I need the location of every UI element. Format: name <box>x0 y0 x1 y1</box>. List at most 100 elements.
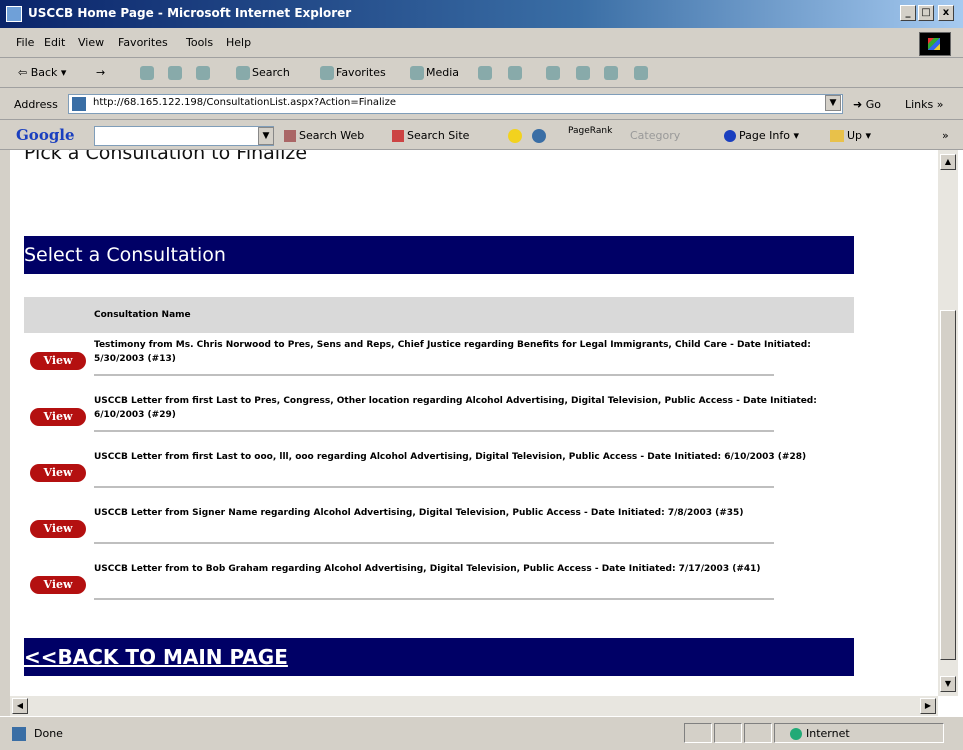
scroll-down-arrow-icon[interactable]: ▼ <box>940 676 956 692</box>
table-row: View USCCB Letter from to Bob Graham reg… <box>24 562 854 618</box>
media-label: Media <box>426 66 460 79</box>
section-header: Select a Consultation <box>24 236 854 274</box>
google-search-input[interactable] <box>94 126 274 146</box>
back-button[interactable]: ⇦ Back ▾ <box>18 66 66 79</box>
pagerank-icon[interactable] <box>532 129 546 143</box>
mail-button[interactable] <box>508 66 524 80</box>
section-header-label: Select a Consultation <box>24 244 226 266</box>
favorites-button[interactable]: Favorites <box>320 66 386 80</box>
edit-button[interactable] <box>576 66 592 80</box>
consultation-name: USCCB Letter from first Last to Pres, Co… <box>94 396 817 420</box>
favorites-icon <box>320 66 334 80</box>
search-button[interactable]: Search <box>236 66 290 80</box>
menu-help[interactable]: Help <box>226 36 251 49</box>
status-bar: Done Internet <box>0 716 963 750</box>
address-input[interactable]: http://68.165.122.198/ConsultationList.a… <box>68 94 843 114</box>
page-icon <box>72 97 86 111</box>
scroll-up-arrow-icon[interactable]: ▲ <box>940 154 956 170</box>
back-to-main-link[interactable]: <<BACK TO MAIN PAGE <box>24 645 288 669</box>
standard-toolbar: ⇦ Back ▾ → Search Favorites Media <box>0 58 963 88</box>
view-button[interactable]: View <box>30 352 86 370</box>
status-text: Done <box>34 727 63 740</box>
globe-icon <box>790 728 802 740</box>
home-icon <box>196 66 210 80</box>
consultation-name: USCCB Letter from to Bob Graham regardin… <box>94 564 761 574</box>
go-button[interactable]: ➜ Go <box>853 98 881 111</box>
table-row: View USCCB Letter from Signer Name regar… <box>24 506 854 562</box>
table-row: View USCCB Letter from first Last to ooo… <box>24 450 854 506</box>
table-header: Consultation Name <box>24 297 854 333</box>
consultation-name: Testimony from Ms. Chris Norwood to Pres… <box>94 340 811 364</box>
discuss-icon <box>604 66 618 80</box>
menu-file[interactable]: File <box>16 36 34 49</box>
maximize-button[interactable]: □ <box>918 5 934 21</box>
vertical-scrollbar[interactable]: ▲ ▼ <box>938 150 958 696</box>
address-bar: Address http://68.165.122.198/Consultati… <box>0 88 963 120</box>
view-button[interactable]: View <box>30 520 86 538</box>
internet-zone: Internet <box>790 727 850 740</box>
view-button[interactable]: View <box>30 464 86 482</box>
smiley-icon[interactable] <box>508 129 522 143</box>
close-button[interactable]: x <box>938 5 954 21</box>
history-icon <box>478 66 492 80</box>
menu-view[interactable]: View <box>78 36 104 49</box>
stop-icon <box>140 66 154 80</box>
go-label: Go <box>865 98 881 111</box>
window-title: USCCB Home Page - Microsoft Internet Exp… <box>28 6 352 20</box>
up-label: Up <box>847 129 863 142</box>
vertical-scroll-thumb[interactable] <box>940 310 956 660</box>
page-viewport: Pick a Consultation to Finalize Select a… <box>10 150 938 696</box>
messenger-button[interactable] <box>634 66 650 80</box>
toolbar-more-chevron-icon[interactable]: » <box>942 129 949 142</box>
info-icon <box>724 130 736 142</box>
view-button[interactable]: View <box>30 576 86 594</box>
consultation-name: USCCB Letter from first Last to ooo, lll… <box>94 452 807 462</box>
back-bar: <<BACK TO MAIN PAGE <box>24 638 854 676</box>
folder-up-icon <box>830 130 844 142</box>
scroll-right-arrow-icon[interactable]: ▶ <box>920 698 936 714</box>
refresh-icon <box>168 66 182 80</box>
row-divider <box>94 598 774 600</box>
pagerank-label[interactable]: PageRank <box>568 126 612 136</box>
menu-edit[interactable]: Edit <box>44 36 65 49</box>
status-pane <box>744 723 772 743</box>
status-pane <box>714 723 742 743</box>
search-icon <box>236 66 250 80</box>
google-toolbar: Google ▼ Search Web Search Site PageRank… <box>0 120 963 150</box>
table-row: View Testimony from Ms. Chris Norwood to… <box>24 338 854 394</box>
search-web-button[interactable]: Search Web <box>284 129 364 142</box>
minimize-button[interactable]: _ <box>900 5 916 21</box>
address-dropdown-button[interactable]: ▼ <box>825 95 841 111</box>
consultation-name: USCCB Letter from Signer Name regarding … <box>94 508 744 518</box>
category-button[interactable]: Category <box>630 129 680 142</box>
google-search-dropdown[interactable]: ▼ <box>258 127 274 145</box>
home-button[interactable] <box>196 66 212 80</box>
up-button[interactable]: Up ▾ <box>830 129 871 142</box>
page-info-label: Page Info <box>739 129 790 142</box>
links-button[interactable]: Links » <box>905 98 944 111</box>
menu-tools[interactable]: Tools <box>186 36 213 49</box>
forward-button[interactable]: → <box>96 66 105 79</box>
search-web-label: Search Web <box>299 129 365 142</box>
links-label: Links <box>905 98 934 111</box>
stop-button[interactable] <box>140 66 156 80</box>
refresh-button[interactable] <box>168 66 184 80</box>
media-button[interactable]: Media <box>410 66 459 80</box>
page-info-button[interactable]: Page Info ▾ <box>724 129 799 142</box>
back-label: Back <box>30 66 58 79</box>
zone-label: Internet <box>806 727 850 740</box>
scroll-left-arrow-icon[interactable]: ◀ <box>12 698 28 714</box>
edit-icon <box>576 66 590 80</box>
horizontal-scrollbar[interactable]: ◀ ▶ <box>10 696 938 716</box>
address-url: http://68.165.122.198/ConsultationList.a… <box>93 97 396 108</box>
view-button[interactable]: View <box>30 408 86 426</box>
menu-favorites[interactable]: Favorites <box>118 36 168 49</box>
search-label: Search <box>252 66 290 79</box>
history-button[interactable] <box>478 66 494 80</box>
media-icon <box>410 66 424 80</box>
google-logo[interactable]: Google <box>16 126 75 144</box>
menu-bar: File Edit View Favorites Tools Help <box>0 28 963 58</box>
search-site-button[interactable]: Search Site <box>392 129 469 142</box>
discuss-button[interactable] <box>604 66 620 80</box>
print-button[interactable] <box>546 66 562 80</box>
